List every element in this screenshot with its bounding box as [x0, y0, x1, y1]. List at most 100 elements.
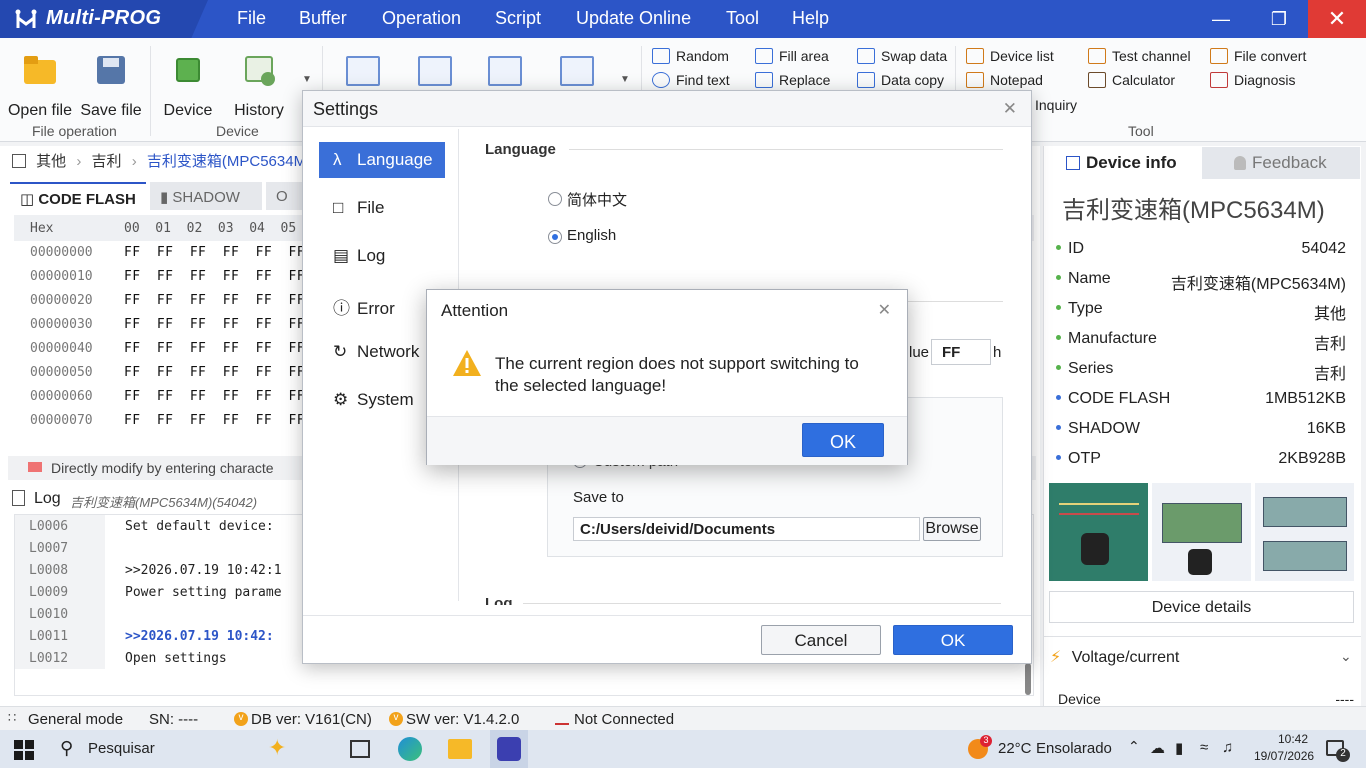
speaker-icon[interactable]: ♫	[1222, 739, 1233, 756]
radio-english[interactable]	[548, 230, 562, 244]
voltage-header[interactable]: ⚡ Voltage/current	[1050, 647, 1179, 667]
notepad-button[interactable]: Notepad	[966, 72, 1043, 88]
info-row: Type 其他	[1050, 294, 1356, 324]
find-text-button[interactable]: Find text	[652, 72, 730, 88]
lightning-icon: ⚡	[1050, 649, 1062, 666]
calculator-button[interactable]: Calculator	[1088, 72, 1175, 88]
chip-small-icon	[1066, 156, 1080, 170]
data-copy-label: Data copy	[881, 72, 945, 88]
radio-english-label[interactable]: English	[567, 227, 616, 244]
search-icon: ⚲	[60, 738, 74, 758]
log-scrollbar[interactable]	[1025, 663, 1031, 695]
menu-help[interactable]: Help	[792, 8, 829, 29]
settings-close-icon[interactable]: ✕	[1003, 99, 1017, 119]
hex-bytes[interactable]: FF FF FF FF FF FF F	[124, 389, 330, 404]
hex-bytes[interactable]: FF FF FF FF FF FF F	[124, 341, 330, 356]
fill-value-input[interactable]: FF	[931, 339, 991, 365]
save-file-button[interactable]: Save file	[78, 52, 144, 120]
tab-device-info-label: Device info	[1086, 153, 1177, 172]
task-view-icon[interactable]	[350, 740, 370, 758]
fill-area-button[interactable]: Fill area	[755, 48, 829, 64]
attention-close-icon[interactable]: ✕	[878, 300, 891, 320]
wiring-thumbnail-3[interactable]	[1255, 483, 1354, 581]
data-copy-button[interactable]: Data copy	[857, 72, 944, 88]
taskbar-time[interactable]: 10:42	[1278, 732, 1308, 746]
replace-button[interactable]: Replace	[755, 72, 830, 88]
hex-bytes[interactable]: FF FF FF FF FF FF F	[124, 365, 330, 380]
wiring-thumbnail-1[interactable]	[1049, 483, 1148, 581]
minimize-icon: —	[1212, 8, 1230, 29]
verify-icon[interactable]	[560, 56, 594, 86]
tab-label: SHADOW	[172, 189, 240, 206]
edge-icon[interactable]	[398, 737, 422, 761]
test-channel-button[interactable]: Test channel	[1088, 48, 1191, 64]
weather-text[interactable]: Ensolarado	[1036, 740, 1112, 757]
taskbar-date[interactable]: 19/07/2026	[1254, 749, 1314, 763]
cloud-icon[interactable]: ☁	[1150, 739, 1165, 757]
hex-bytes[interactable]: FF FF FF FF FF FF F	[124, 413, 330, 428]
menu-file[interactable]: File	[237, 8, 266, 29]
menu-script[interactable]: Script	[495, 8, 541, 29]
random-button[interactable]: Random	[652, 48, 729, 64]
attention-ok-button[interactable]: OK	[802, 423, 884, 457]
swap-data-button[interactable]: Swap data	[857, 48, 947, 64]
minimize-button[interactable]: —	[1192, 0, 1250, 38]
tab-label: O	[276, 188, 288, 205]
save-path-input[interactable]: C:/Users/deivid/Documents	[573, 517, 920, 541]
file-explorer-icon[interactable]	[448, 739, 472, 759]
settings-nav-file[interactable]: □ File	[319, 190, 445, 226]
windows-start-icon[interactable]	[14, 740, 34, 760]
settings-cancel-button[interactable]: Cancel	[761, 625, 881, 655]
hex-bytes[interactable]: FF FF FF FF FF FF F	[124, 293, 330, 308]
close-button[interactable]: ✕	[1308, 0, 1366, 38]
menu-operation[interactable]: Operation	[382, 8, 461, 29]
swap-data-label: Swap data	[881, 48, 948, 64]
radio-chinese-label[interactable]: 简体中文	[567, 189, 627, 210]
menu-tool[interactable]: Tool	[726, 8, 759, 29]
tab-shadow[interactable]: ▮ SHADOW	[150, 182, 262, 210]
hex-bytes[interactable]: FF FF FF FF FF FF F	[124, 269, 330, 284]
breadcrumb-item[interactable]: 其他	[36, 153, 66, 170]
battery-icon[interactable]: ▮	[1175, 739, 1183, 757]
operation-dropdown-icon[interactable]: ▼	[620, 74, 630, 85]
hex-bytes[interactable]: FF FF FF FF FF FF F	[124, 245, 330, 260]
browse-button[interactable]: Browse	[923, 517, 981, 541]
sw-version-icon: v	[389, 712, 403, 726]
chevron-up-icon[interactable]: ⌃	[1128, 738, 1140, 755]
erase-icon[interactable]	[488, 56, 522, 86]
settings-nav-log[interactable]: ▤ Log	[319, 238, 445, 274]
history-dropdown-icon[interactable]: ▼	[302, 74, 312, 85]
breadcrumb-current[interactable]: 吉利变速箱(MPC5634M	[147, 153, 306, 170]
wiring-thumbnail-2[interactable]	[1152, 483, 1251, 581]
tab-otp[interactable]: O	[266, 182, 306, 210]
tab-code-flash[interactable]: ◫ CODE FLASH	[10, 182, 146, 210]
tab-device-info[interactable]: Device info	[1046, 147, 1202, 179]
wifi-icon[interactable]: ≈	[1200, 739, 1208, 756]
read-icon[interactable]	[346, 56, 380, 86]
nav-label: Log	[357, 246, 386, 265]
tab-feedback[interactable]: Feedback	[1202, 147, 1360, 179]
maximize-button[interactable]: ❐	[1250, 0, 1308, 38]
radio-chinese[interactable]	[548, 192, 562, 206]
history-button[interactable]: History	[228, 52, 290, 120]
diagnosis-button[interactable]: Diagnosis	[1210, 72, 1295, 88]
device-button[interactable]: Device	[160, 52, 216, 120]
menu-buffer[interactable]: Buffer	[299, 8, 347, 29]
log-line-number: L0010	[15, 603, 105, 625]
write-icon[interactable]	[418, 56, 452, 86]
multiprog-taskbar-button[interactable]	[490, 730, 528, 768]
inquiry-label[interactable]: Inquiry	[1035, 97, 1077, 113]
weather-temp[interactable]: 22°C	[998, 740, 1032, 757]
taskbar-search[interactable]: Pesquisar	[88, 740, 155, 757]
chevron-down-icon[interactable]: ⌄	[1340, 648, 1352, 665]
settings-ok-button[interactable]: OK	[893, 625, 1013, 655]
breadcrumb-item[interactable]: 吉利	[92, 153, 122, 170]
menu-update-online[interactable]: Update Online	[576, 8, 691, 29]
device-list-button[interactable]: Device list	[966, 48, 1054, 64]
open-file-label: Open file	[7, 102, 73, 119]
hex-bytes[interactable]: FF FF FF FF FF FF F	[124, 317, 330, 332]
file-convert-button[interactable]: File convert	[1210, 48, 1306, 64]
open-file-button[interactable]: Open file	[6, 52, 74, 120]
device-details-button[interactable]: Device details	[1049, 591, 1354, 623]
settings-nav-language[interactable]: λ Language	[319, 142, 445, 178]
